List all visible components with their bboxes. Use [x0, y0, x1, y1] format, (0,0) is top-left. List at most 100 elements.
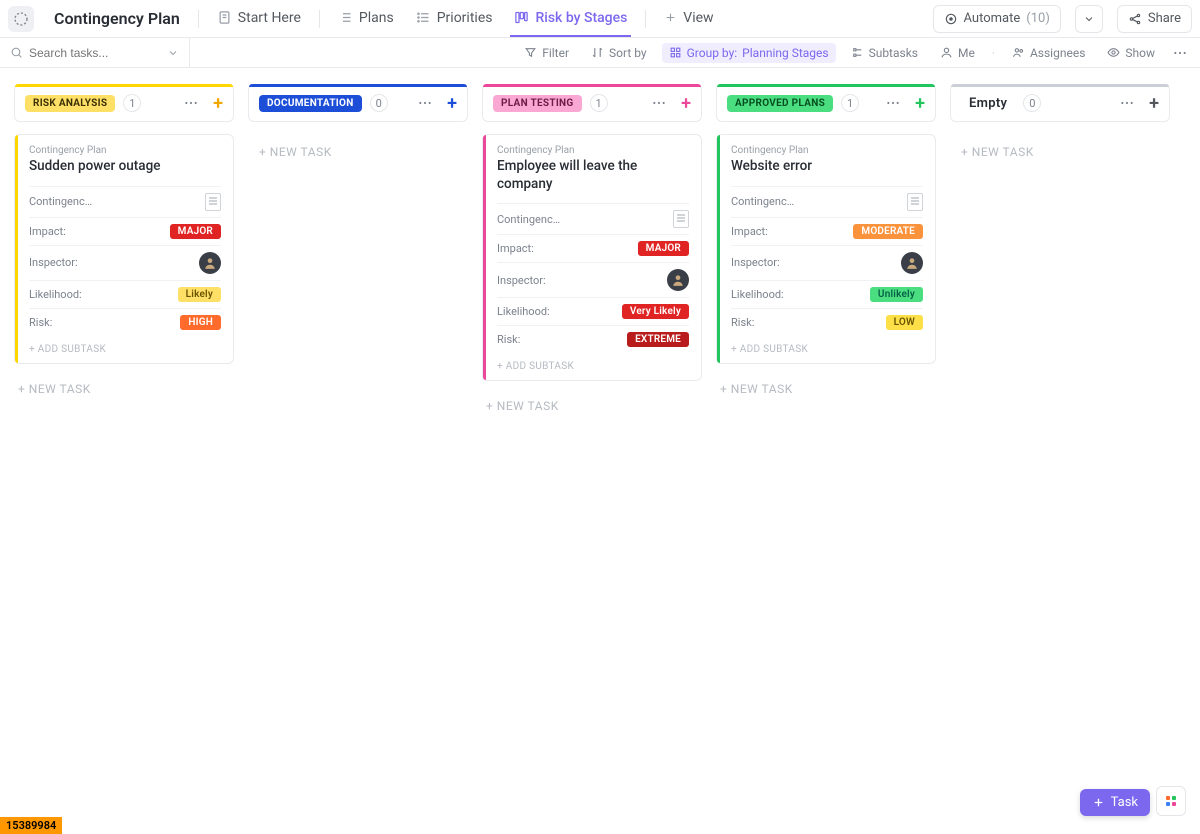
filter-button[interactable]: Filter [517, 43, 576, 63]
apps-fab[interactable] [1156, 786, 1186, 816]
toolbar-more[interactable] [1170, 42, 1190, 64]
column-add[interactable]: + [681, 93, 691, 114]
field-label: Likelihood: [497, 305, 550, 318]
column-add[interactable]: + [213, 93, 223, 114]
column-menu[interactable] [183, 95, 199, 111]
column-header[interactable]: RISK ANALYSIS 1 + [14, 84, 234, 122]
new-task-button[interactable]: + NEW TASK [716, 376, 936, 402]
share-label: Share [1148, 11, 1181, 26]
field-label: Impact: [497, 242, 534, 255]
new-task-button[interactable]: + NEW TASK [482, 393, 702, 419]
new-task-button[interactable]: + NEW TASK [14, 376, 234, 402]
card-title: Sudden power outage [29, 158, 221, 176]
automate-button[interactable]: Automate (10) [933, 5, 1061, 33]
automate-chevron[interactable] [1075, 5, 1103, 33]
filter-icon [524, 46, 537, 59]
chevron-down-icon[interactable] [167, 47, 179, 59]
add-subtask-button[interactable]: + ADD SUBTASK [15, 336, 233, 363]
column-count: 1 [590, 94, 608, 112]
tab-label: Risk by Stages [535, 10, 627, 26]
doc-thumb-icon[interactable] [673, 210, 689, 228]
search-icon [10, 46, 23, 59]
tab-start-here[interactable]: Start Here [213, 1, 305, 37]
search-input[interactable] [29, 46, 159, 60]
stage-pill: Empty [961, 93, 1015, 114]
field-label: Contingenc… [731, 195, 794, 208]
show-button[interactable]: Show [1100, 43, 1162, 63]
inspector-avatar[interactable] [667, 269, 689, 291]
card-field: Inspector: [29, 245, 221, 280]
field-badge: Unlikely [870, 287, 923, 302]
stage-pill: RISK ANALYSIS [25, 95, 115, 112]
space-title: Contingency Plan [54, 9, 180, 28]
field-badge: MAJOR [170, 224, 221, 239]
field-label: Inspector: [497, 274, 546, 287]
share-button[interactable]: Share [1117, 5, 1192, 33]
assignees-button[interactable]: Assignees [1005, 43, 1092, 63]
new-task-button[interactable]: + NEW TASK [248, 134, 468, 170]
tab-risk-by-stages[interactable]: Risk by Stages [510, 1, 631, 37]
inspector-avatar[interactable] [901, 252, 923, 274]
kanban-board: RISK ANALYSIS 1 + Contingency Plan Sudde… [0, 68, 1200, 435]
stage-pill: DOCUMENTATION [259, 95, 362, 112]
add-subtask-button[interactable]: + ADD SUBTASK [483, 353, 701, 380]
divider [198, 10, 199, 28]
card-title: Employee will leave the company [497, 158, 689, 193]
doc-thumb-icon[interactable] [205, 193, 221, 211]
board-column: DOCUMENTATION 0 + + NEW TASK [248, 84, 468, 170]
me-button[interactable]: Me [933, 43, 982, 63]
task-card[interactable]: Contingency Plan Website error Contingen… [716, 134, 936, 364]
column-header[interactable]: DOCUMENTATION 0 + [248, 84, 468, 122]
new-task-button[interactable]: + NEW TASK [950, 134, 1170, 170]
column-menu[interactable] [651, 95, 667, 111]
add-subtask-button[interactable]: + ADD SUBTASK [717, 336, 935, 363]
column-menu[interactable] [885, 95, 901, 111]
group-by-button[interactable]: Group by: Planning Stages [662, 43, 836, 63]
board-column: APPROVED PLANS 1 + Contingency Plan Webs… [716, 84, 936, 402]
field-badge: Likely [178, 287, 221, 302]
field-label: Inspector: [29, 256, 78, 269]
column-add[interactable]: + [915, 93, 925, 114]
search-wrap[interactable] [10, 38, 190, 67]
task-card[interactable]: Contingency Plan Employee will leave the… [482, 134, 702, 381]
group-icon [669, 46, 682, 59]
column-header[interactable]: APPROVED PLANS 1 + [716, 84, 936, 122]
eye-icon [1107, 46, 1120, 59]
board-toolbar: Filter Sort by Group by: Planning Stages… [0, 38, 1200, 68]
sort-icon [591, 46, 604, 59]
person-icon [940, 46, 953, 59]
card-field: Contingenc… [29, 186, 221, 217]
field-badge: EXTREME [627, 332, 689, 347]
tab-priorities[interactable]: Priorities [412, 1, 497, 37]
field-label: Impact: [29, 225, 66, 238]
column-header[interactable]: Empty 0 + [950, 84, 1170, 122]
field-label: Risk: [497, 333, 520, 346]
people-icon [1012, 46, 1025, 59]
column-add[interactable]: + [1149, 93, 1159, 114]
chevron-down-icon [1083, 13, 1095, 25]
column-menu[interactable] [417, 95, 433, 111]
task-card[interactable]: Contingency Plan Sudden power outage Con… [14, 134, 234, 364]
card-field: Contingenc… [731, 186, 923, 217]
apps-icon [1166, 796, 1176, 806]
column-header[interactable]: PLAN TESTING 1 + [482, 84, 702, 122]
group-value: Planning Stages [742, 46, 828, 60]
card-field: Inspector: [497, 262, 689, 297]
task-fab-label: Task [1111, 795, 1138, 810]
inspector-avatar[interactable] [199, 252, 221, 274]
view-tabbar: Contingency Plan Start Here Plans Priori… [0, 0, 1200, 38]
column-add[interactable]: + [447, 93, 457, 114]
doc-thumb-icon[interactable] [907, 193, 923, 211]
share-icon [1128, 12, 1142, 26]
field-label: Contingenc… [497, 213, 560, 226]
filter-label: Filter [542, 46, 569, 60]
column-menu[interactable] [1119, 95, 1135, 111]
id-chip: 15389984 [0, 817, 62, 834]
new-task-fab[interactable]: Task [1080, 789, 1150, 816]
subtasks-icon [851, 46, 864, 59]
tab-plans[interactable]: Plans [334, 1, 398, 37]
tab-add-view[interactable]: View [660, 1, 717, 37]
sort-button[interactable]: Sort by [584, 43, 654, 63]
subtasks-button[interactable]: Subtasks [844, 43, 925, 63]
card-field: Inspector: [731, 245, 923, 280]
